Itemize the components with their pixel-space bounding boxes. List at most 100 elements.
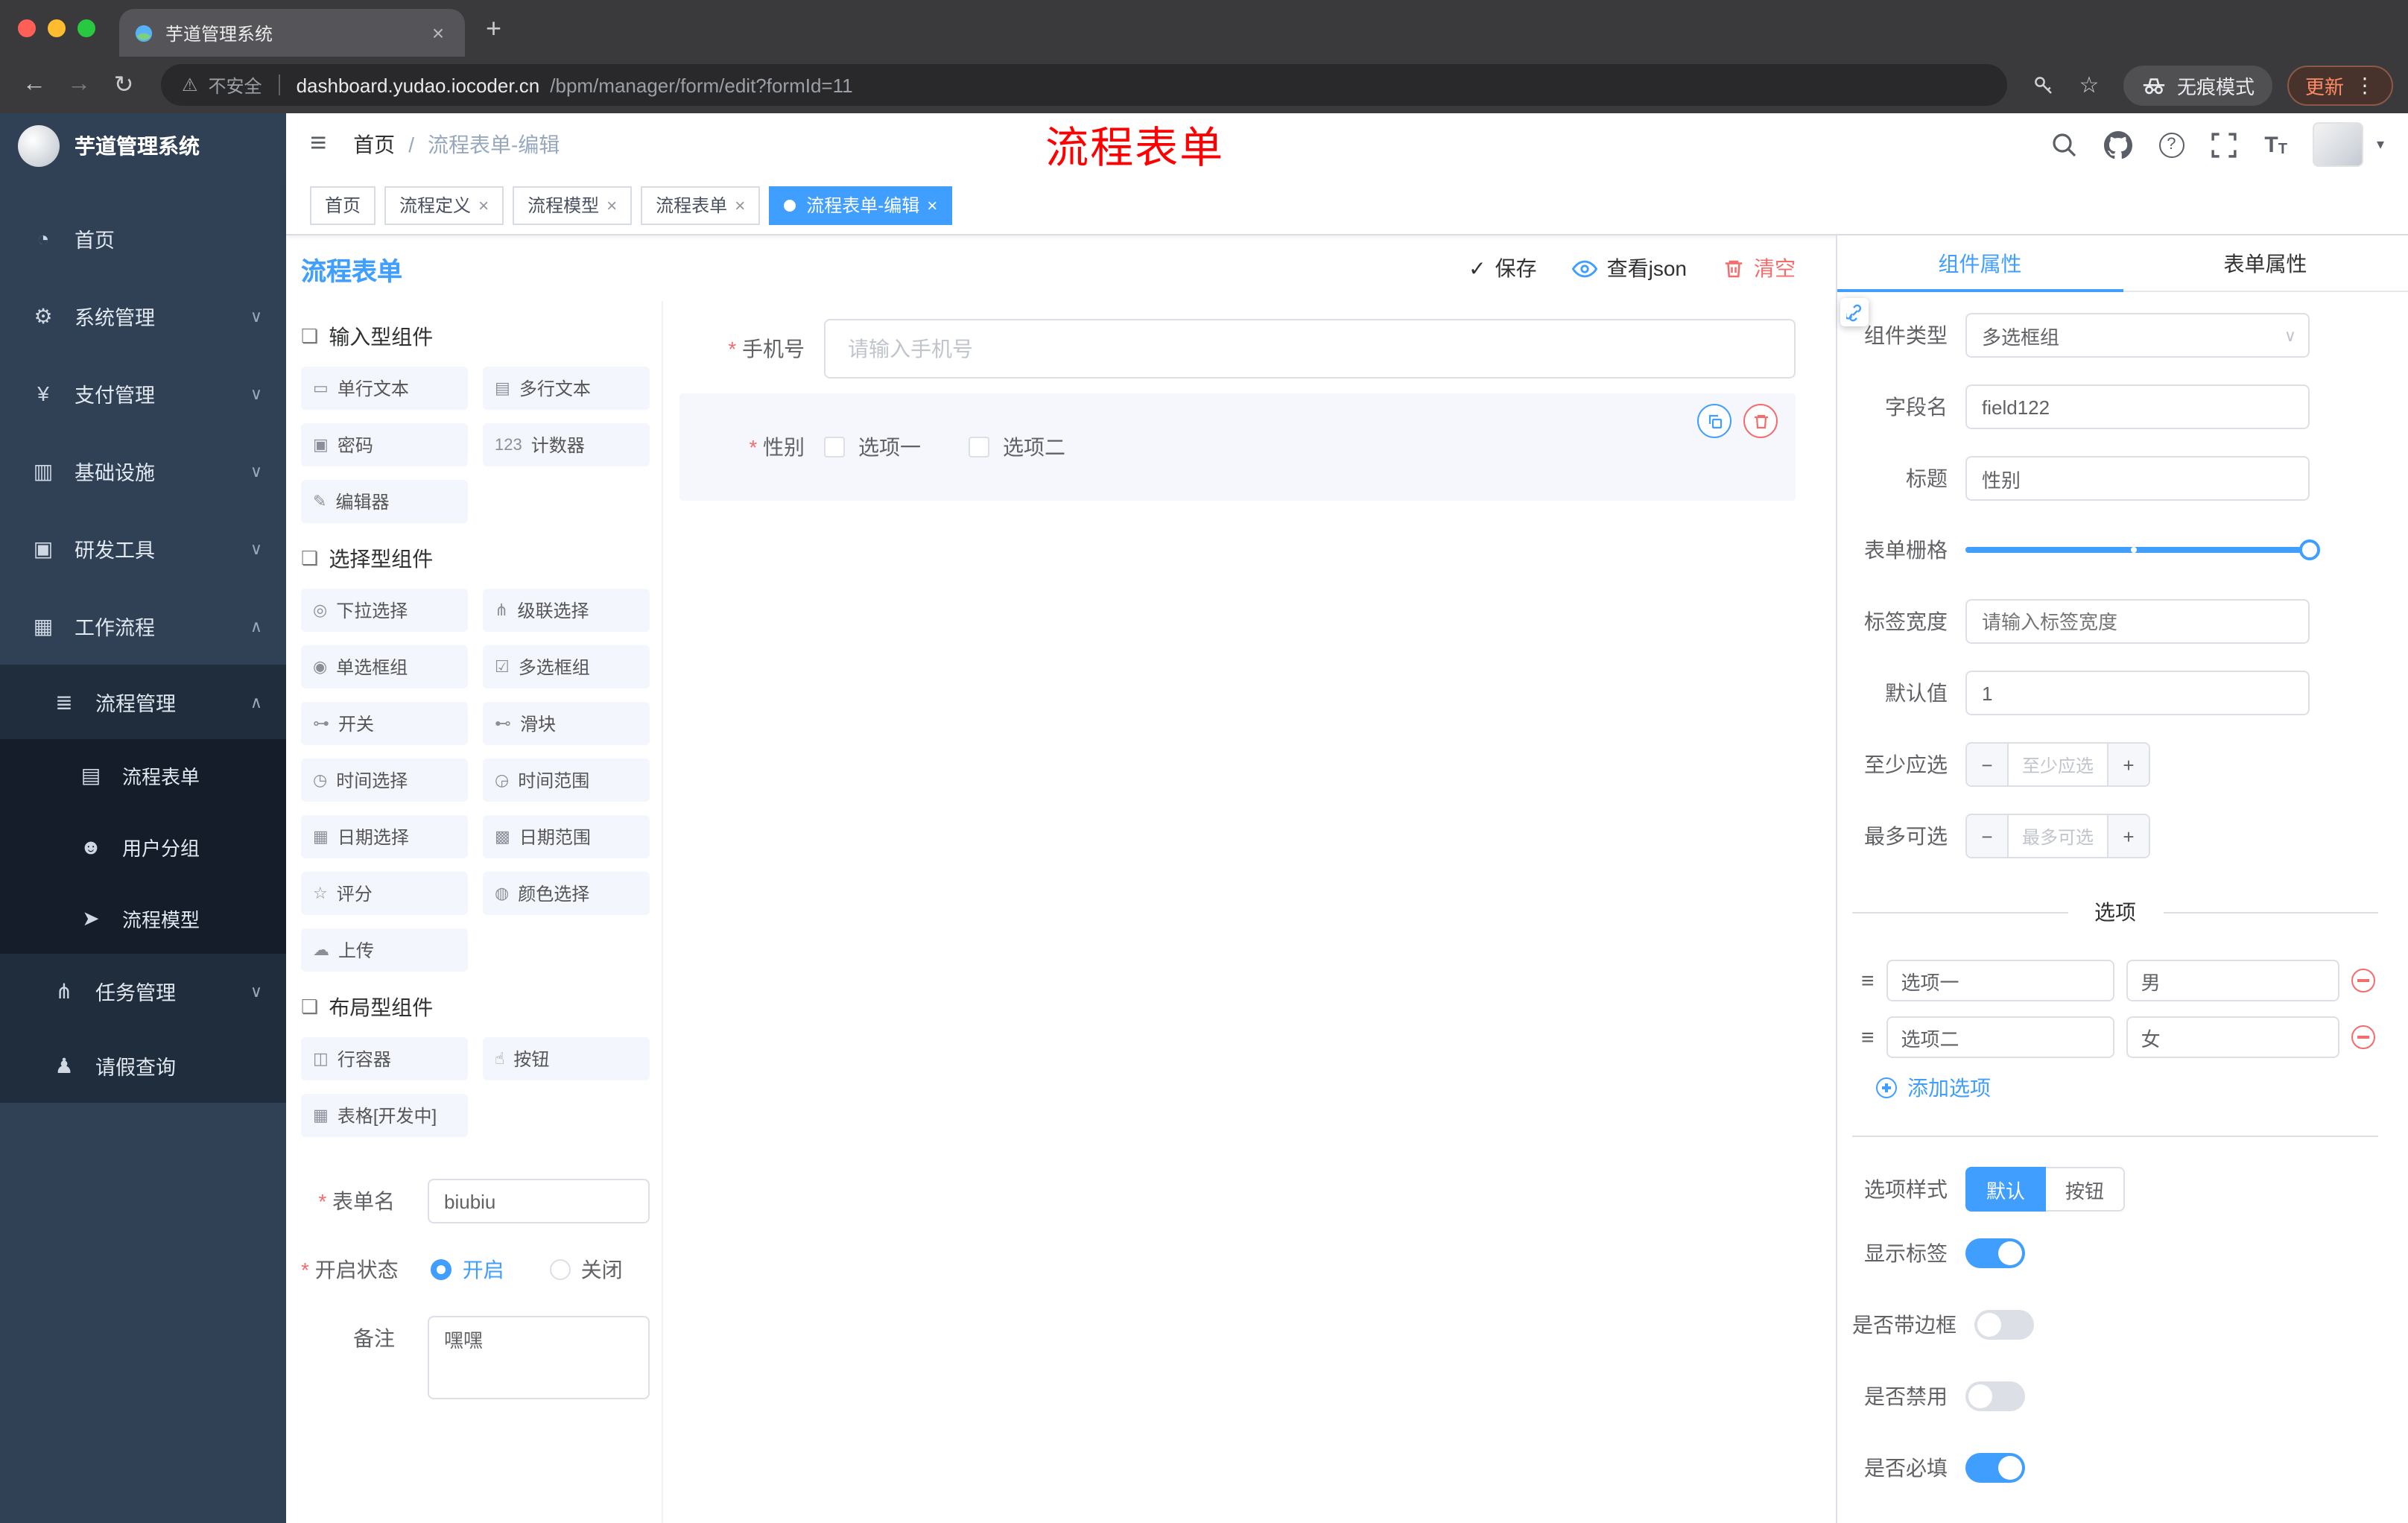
forward-icon[interactable]: →: [60, 66, 98, 104]
link-float-button[interactable]: [1840, 298, 1869, 326]
browser-menu-icon[interactable]: ⋮: [2354, 72, 2375, 98]
tab-component-props[interactable]: 组件属性: [1837, 235, 2123, 292]
clear-button[interactable]: 清空: [1723, 253, 1796, 283]
palette-item[interactable]: 123 计数器: [483, 423, 650, 466]
palette-item[interactable]: ◉ 单选框组: [301, 645, 468, 688]
password-key-icon[interactable]: [2025, 66, 2064, 104]
palette-item[interactable]: ◍ 颜色选择: [483, 872, 650, 915]
reload-icon[interactable]: ↻: [104, 66, 143, 104]
tag[interactable]: 流程表单 ×: [641, 186, 761, 224]
tag[interactable]: 流程表单-编辑 ×: [769, 186, 953, 224]
plus-button[interactable]: +: [2107, 744, 2149, 785]
breadcrumb-home[interactable]: 首页: [353, 130, 395, 159]
palette-item[interactable]: ▦ 表格[开发中]: [301, 1094, 468, 1137]
sidebar-item[interactable]: ♟ 请假查询: [0, 1028, 286, 1103]
tag[interactable]: 首页: [310, 186, 376, 224]
option-label-input[interactable]: [1886, 960, 2114, 1001]
view-json-button[interactable]: 查看json: [1572, 253, 1687, 283]
minus-button[interactable]: −: [1967, 815, 2009, 857]
component-type-select[interactable]: 多选框组 ∨: [1965, 313, 2310, 358]
sidebar-item[interactable]: ¥ 支付管理 ∨: [0, 355, 286, 432]
default-value-input[interactable]: [1965, 671, 2310, 715]
switch[interactable]: [1974, 1310, 2034, 1340]
slider-handle[interactable]: [2299, 539, 2320, 560]
palette-item[interactable]: ▩ 日期范围: [483, 815, 650, 858]
address-bar[interactable]: ⚠ 不安全 dashboard.yudao.iocoder.cn/bpm/man…: [161, 64, 2007, 106]
gender-option-2-checkbox[interactable]: 选项二: [969, 432, 1065, 462]
palette-item[interactable]: ▦ 日期选择: [301, 815, 468, 858]
palette-item[interactable]: ◶ 时间范围: [483, 759, 650, 802]
field-gender-selected[interactable]: 性别 选项一 选项二: [679, 393, 1796, 501]
tag-close-icon[interactable]: ×: [735, 194, 745, 215]
sidebar-toggle-icon[interactable]: ≡: [310, 128, 326, 161]
add-option-button[interactable]: 添加选项: [1876, 1073, 2378, 1103]
switch[interactable]: [1965, 1238, 2025, 1268]
sidebar-item[interactable]: ▥ 基础设施 ∨: [0, 432, 286, 510]
field-phone[interactable]: 手机号: [679, 319, 1796, 379]
palette-item[interactable]: ◫ 行容器: [301, 1037, 468, 1080]
tag-close-icon[interactable]: ×: [927, 194, 937, 215]
gender-option-1-checkbox[interactable]: 选项一: [824, 432, 921, 462]
drag-handle-icon[interactable]: ≡: [1861, 968, 1875, 993]
font-size-icon[interactable]: TT: [2264, 132, 2287, 157]
sidebar-item[interactable]: ⋔ 任务管理 ∨: [0, 954, 286, 1028]
switch[interactable]: [1965, 1381, 2025, 1411]
palette-item[interactable]: ⊶ 开关: [301, 702, 468, 745]
palette-item[interactable]: ▭ 单行文本: [301, 367, 468, 410]
tag[interactable]: 流程定义 ×: [384, 186, 504, 224]
copy-component-button[interactable]: [1697, 404, 1731, 438]
close-window-button[interactable]: [18, 19, 36, 37]
remark-textarea[interactable]: 嘿嘿: [428, 1316, 650, 1399]
phone-input[interactable]: [824, 319, 1796, 379]
drag-handle-icon[interactable]: ≡: [1861, 1025, 1875, 1050]
min-select-value[interactable]: 至少应选: [2009, 744, 2107, 785]
palette-item[interactable]: ☝ 按钮: [483, 1037, 650, 1080]
tag[interactable]: 流程模型 ×: [513, 186, 633, 224]
palette-item[interactable]: ◷ 时间选择: [301, 759, 468, 802]
sidebar-item[interactable]: ➤ 流程模型: [0, 882, 286, 954]
maximize-window-button[interactable]: [77, 19, 95, 37]
status-off-radio[interactable]: 关闭: [549, 1247, 623, 1292]
palette-item[interactable]: ⊷ 滑块: [483, 702, 650, 745]
minimize-window-button[interactable]: [48, 19, 66, 37]
form-canvas[interactable]: 手机号 性别 选项一 选项二: [663, 301, 1836, 1523]
avatar-caret-icon[interactable]: ▾: [2377, 136, 2384, 153]
sidebar-item[interactable]: ▦ 工作流程 ∧: [0, 587, 286, 665]
palette-item[interactable]: ▤ 多行文本: [483, 367, 650, 410]
back-icon[interactable]: ←: [15, 66, 54, 104]
status-on-radio[interactable]: 开启: [431, 1247, 504, 1292]
bookmark-star-icon[interactable]: ☆: [2070, 66, 2108, 104]
sidebar-item[interactable]: ≣ 流程管理 ∧: [0, 665, 286, 739]
max-select-value[interactable]: 最多可选: [2009, 815, 2107, 857]
sidebar-item[interactable]: ☻ 用户分组: [0, 811, 286, 882]
new-tab-button[interactable]: +: [486, 13, 501, 44]
update-button[interactable]: 更新 ⋮: [2287, 65, 2393, 105]
minus-button[interactable]: −: [1967, 744, 2009, 785]
title-input[interactable]: [1965, 456, 2310, 501]
sidebar-item[interactable]: ◔ 首页: [0, 200, 286, 277]
remove-option-icon[interactable]: [2351, 1025, 2375, 1049]
palette-item[interactable]: ☑ 多选框组: [483, 645, 650, 688]
user-avatar[interactable]: [2312, 122, 2363, 167]
delete-component-button[interactable]: [1743, 404, 1778, 438]
github-icon[interactable]: [2103, 130, 2133, 159]
label-width-input[interactable]: [1965, 599, 2310, 644]
help-icon[interactable]: ?: [2158, 132, 2184, 157]
option-style-button-button[interactable]: 按钮: [2046, 1167, 2126, 1212]
tag-close-icon[interactable]: ×: [606, 194, 617, 215]
palette-item[interactable]: ☆ 评分: [301, 872, 468, 915]
option-label-input[interactable]: [1886, 1016, 2114, 1058]
palette-item[interactable]: ✎ 编辑器: [301, 480, 468, 523]
tab-close-icon[interactable]: ×: [426, 21, 450, 45]
fullscreen-icon[interactable]: [2209, 130, 2239, 159]
palette-item[interactable]: ⋔ 级联选择: [483, 589, 650, 632]
tag-close-icon[interactable]: ×: [478, 194, 489, 215]
sidebar-item[interactable]: ▣ 研发工具 ∨: [0, 510, 286, 587]
palette-item[interactable]: ☁ 上传: [301, 928, 468, 972]
form-name-input[interactable]: [428, 1179, 650, 1223]
palette-item[interactable]: ◎ 下拉选择: [301, 589, 468, 632]
security-label[interactable]: 不安全: [209, 72, 262, 98]
tab-form-props[interactable]: 表单属性: [2123, 235, 2408, 291]
save-button[interactable]: ✓ 保存: [1468, 253, 1536, 283]
option-value-input[interactable]: [2126, 1016, 2339, 1058]
